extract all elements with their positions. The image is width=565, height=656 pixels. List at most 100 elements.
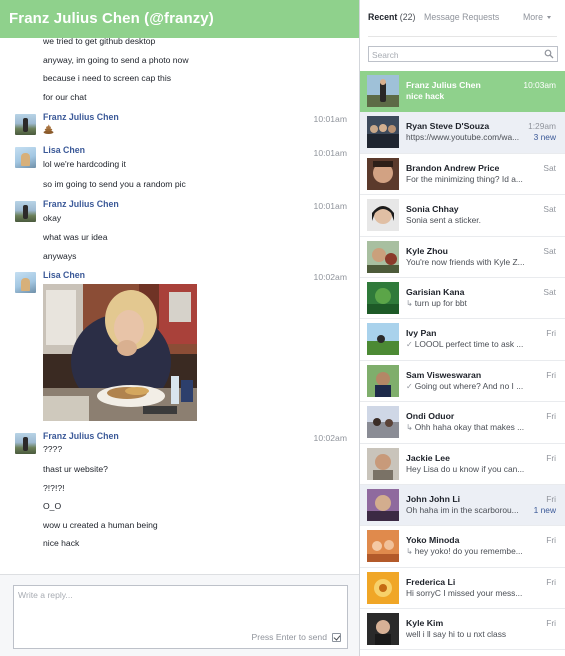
thread-item[interactable]: Kyle Kim well i ll say hi to u nxt class… — [360, 609, 565, 651]
checkmark-icon: ✓ — [406, 340, 413, 350]
message-text: anyway, im going to send a photo now — [43, 55, 189, 65]
thread-name: John John Li — [406, 493, 461, 504]
new-count-badge: 1 new — [533, 504, 556, 515]
message-timestamp: 10:01am — [313, 201, 347, 211]
message-timestamp: 10:02am — [313, 272, 347, 282]
avatar[interactable] — [15, 114, 36, 135]
thread-name: Frederica Li — [406, 576, 456, 587]
message-text: anyways — [43, 251, 77, 261]
reply-input[interactable] — [18, 590, 338, 624]
thread-name: Sam Visweswaran — [406, 369, 482, 380]
thread-name: Brandon Andrew Price — [406, 162, 500, 173]
thread-snippet: Hi sorryC I missed your mess... — [406, 587, 523, 598]
sender-name[interactable]: Franz Julius Chen — [43, 431, 119, 441]
sender-name[interactable]: Franz Julius Chen — [43, 112, 119, 122]
avatar[interactable] — [15, 201, 36, 222]
recent-count: (22) — [399, 12, 416, 22]
avatar — [367, 281, 399, 314]
thread-snippet: ✓ LOOOL perfect time to ask ... — [406, 339, 534, 349]
thread-snippet: You're now friends with Kyle Z... — [406, 256, 525, 267]
tab-more[interactable]: More — [523, 12, 551, 22]
search-input[interactable] — [372, 48, 542, 61]
message-text: ???? — [43, 444, 63, 454]
thread-name: Yoko Minoda — [406, 535, 460, 546]
thread-item[interactable]: Yoko Minoda ↳ hey yoko! do you remembe...… — [360, 526, 565, 568]
avatar — [367, 530, 399, 563]
avatar — [367, 488, 399, 521]
search-box — [368, 46, 558, 62]
message-text: thast ur website? — [43, 464, 108, 474]
tab-message-requests[interactable]: Message Requests — [424, 12, 499, 22]
sender-name[interactable]: Franz Julius Chen — [43, 199, 119, 209]
thread-name: Kyle Kim — [406, 618, 444, 629]
thread-item[interactable]: Ondi Oduor ↳ Ohh haha okay that makes ...… — [360, 402, 565, 444]
shared-photo[interactable] — [43, 284, 197, 421]
thread-item[interactable]: Garisian Kana ↳ turn up for bbt Sat — [360, 278, 565, 320]
thread-snippet: ↳ turn up for bbt — [406, 298, 534, 308]
press-enter-checkbox[interactable] — [332, 633, 341, 642]
avatar — [367, 240, 399, 273]
thread-item[interactable]: Brandon Andrew Price For the minimizing … — [360, 154, 565, 196]
message-text: okay — [43, 213, 62, 223]
avatar[interactable] — [15, 272, 36, 293]
tab-recent-label: Recent — [368, 12, 398, 22]
reply-arrow-icon: ↳ — [406, 423, 413, 433]
thread-item[interactable]: Sonia Chhay Sonia sent a sticker. Sat — [360, 195, 565, 237]
inbox-header: Recent (22) Message Requests More — [360, 0, 565, 68]
reply-arrow-icon: ↳ — [406, 298, 413, 308]
sender-name[interactable]: Lisa Chen — [43, 145, 85, 155]
reply-box: Press Enter to send — [13, 585, 348, 649]
thread-time: 1:29am — [528, 121, 556, 132]
message-text: wow u created a human being — [43, 520, 158, 530]
tab-more-label: More — [522, 12, 543, 22]
thread-time: Fri — [546, 369, 556, 380]
message-timestamp: 10:01am — [313, 114, 347, 124]
thread-snippet: Oh haha im in the scarborou... — [406, 504, 519, 515]
thread-snippet-text: LOOOL perfect time to ask ... — [414, 339, 524, 350]
thread-item[interactable]: Ryan Steve D'Souza https://www.youtube.c… — [360, 112, 565, 154]
thread-item[interactable]: John John Li Oh haha im in the scarborou… — [360, 484, 565, 527]
avatar[interactable] — [15, 147, 36, 168]
thread-snippet: well i ll say hi to u nxt class — [406, 629, 507, 640]
thread-time: Sat — [543, 286, 556, 297]
thread-time: Fri — [546, 535, 556, 546]
thread-item[interactable]: Jackie Lee Hey Lisa do u know if you can… — [360, 444, 565, 485]
thread-name: Sonia Chhay — [406, 204, 459, 215]
thread-item[interactable]: Sam Visweswaran ✓ Going out where? And no… — [360, 361, 565, 403]
sender-name[interactable]: Lisa Chen — [43, 270, 85, 280]
reply-arrow-icon: ↳ — [406, 547, 413, 557]
avatar[interactable] — [15, 433, 36, 454]
conversation-title[interactable]: Franz Julius Chen (@franzy) — [9, 10, 214, 27]
avatar — [367, 75, 399, 107]
thread-snippet-text: Going out where? And no I ... — [414, 380, 524, 391]
thread-snippet: ↳ hey yoko! do you remembe... — [406, 546, 534, 556]
message-text: ?!?!?! — [43, 483, 65, 493]
press-enter-label: Press Enter to send — [251, 632, 327, 642]
thread-time: 10:03am — [523, 80, 556, 90]
message-timestamp: 10:01am — [313, 148, 347, 158]
thread-name: Ryan Steve D'Souza — [406, 121, 490, 132]
avatar — [367, 571, 399, 604]
thread-time: Fri — [546, 576, 556, 587]
thread-name: Franz Julius Chen — [406, 80, 481, 90]
checkmark-icon: ✓ — [406, 381, 413, 391]
thread-time: Sat — [543, 204, 556, 215]
thread-snippet: Hey Lisa do u know if you can... — [406, 463, 525, 474]
thread-snippet: nice hack — [406, 91, 445, 101]
conversation-pane: we tried to get github desktop anyway, i… — [0, 0, 360, 656]
search-icon[interactable] — [544, 49, 554, 59]
thread-time: Fri — [546, 411, 556, 422]
thread-name: Ivy Pan — [406, 328, 437, 339]
thread-name: Jackie Lee — [406, 452, 450, 463]
tab-recent[interactable]: Recent (22) — [368, 12, 415, 22]
thread-item[interactable]: Frederica Li Hi sorryC I missed your mes… — [360, 568, 565, 610]
thread-time: Fri — [546, 328, 556, 339]
message-text: so im going to send you a random pic — [43, 179, 186, 189]
thread-time: Sat — [543, 162, 556, 173]
thread-item[interactable]: Ivy Pan ✓ LOOOL perfect time to ask ... F… — [360, 319, 565, 361]
thread-item[interactable]: Kyle Zhou You're now friends with Kyle Z… — [360, 237, 565, 278]
new-count-badge: 3 new — [533, 132, 556, 143]
chevron-down-icon — [547, 16, 551, 20]
avatar — [367, 116, 399, 149]
thread-item[interactable]: Franz Julius Chen nice hack 10:03am — [360, 71, 565, 113]
